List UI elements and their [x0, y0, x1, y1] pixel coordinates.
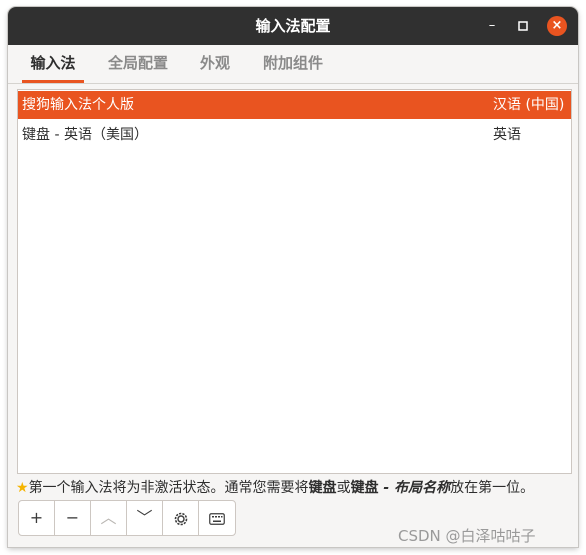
- list-toolbar: + − ︿ ﹀: [18, 500, 236, 536]
- minimize-button[interactable]: –: [482, 16, 502, 36]
- hint-text: ★第一个输入法将为非激活状态。通常您需要将键盘或键盘 - 布局名称放在第一位。: [16, 478, 578, 498]
- input-method-name: 键盘 - 英语（美国）: [22, 127, 148, 143]
- tab-input-method[interactable]: 输入法: [22, 45, 84, 83]
- add-button[interactable]: +: [19, 501, 55, 535]
- move-up-button[interactable]: ︿: [91, 501, 127, 535]
- input-method-list[interactable]: 搜狗输入法个人版 汉语 (中国) 键盘 - 英语（美国） 英语: [17, 89, 572, 474]
- star-icon: ★: [16, 480, 29, 496]
- list-item[interactable]: 键盘 - 英语（美国） 英语: [18, 121, 571, 149]
- remove-button[interactable]: −: [55, 501, 91, 535]
- input-method-language: 汉语 (中国): [493, 97, 565, 113]
- hint-part2: 或: [336, 480, 351, 496]
- hint-part1: 第一个输入法将为非激活状态。通常您需要将: [28, 480, 309, 496]
- configure-button[interactable]: [163, 501, 199, 535]
- list-item[interactable]: 搜狗输入法个人版 汉语 (中国): [18, 91, 571, 119]
- input-method-config-window: 输入法配置 – × 输入法 全局配置 外观 附加组件 搜狗输入法个人版 汉语 (…: [8, 7, 578, 547]
- watermark: CSDN @白泽咕咕子: [398, 527, 536, 545]
- title-bar[interactable]: 输入法配置 – ×: [8, 7, 578, 45]
- hint-bold1: 键盘: [308, 480, 337, 496]
- keyboard-icon: [208, 512, 225, 525]
- move-down-button[interactable]: ﹀: [127, 501, 163, 535]
- hint-part3: 放在第一位。: [450, 480, 535, 496]
- keyboard-layout-button[interactable]: [199, 501, 234, 535]
- close-button[interactable]: ×: [547, 16, 567, 36]
- tab-appearance[interactable]: 外观: [195, 45, 235, 80]
- maximize-button[interactable]: [513, 16, 533, 36]
- input-method-name: 搜狗输入法个人版: [22, 97, 134, 113]
- tab-bar: 输入法 全局配置 外观 附加组件: [8, 45, 578, 84]
- tab-global-config[interactable]: 全局配置: [105, 45, 171, 80]
- tab-addons[interactable]: 附加组件: [260, 45, 326, 80]
- hint-italic: - 布局名称: [378, 480, 451, 496]
- hint-bold2: 键盘: [350, 480, 379, 496]
- gear-icon: [174, 512, 187, 525]
- input-method-language: 英语: [493, 127, 521, 143]
- maximize-icon: [518, 20, 528, 31]
